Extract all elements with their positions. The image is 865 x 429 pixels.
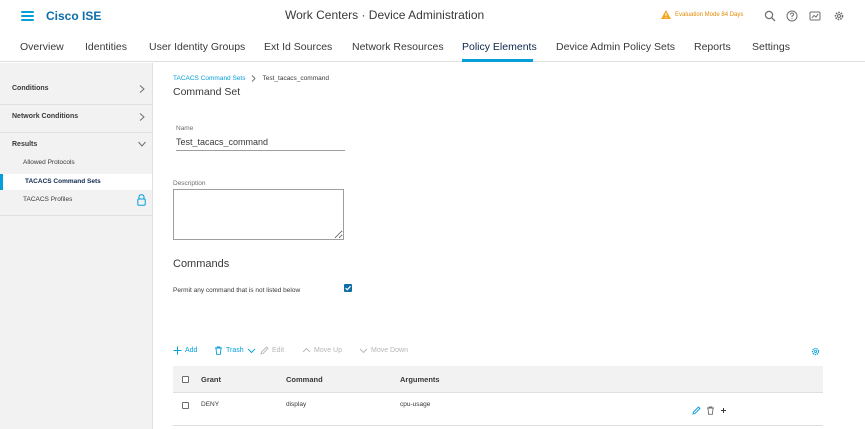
move-down-button[interactable]: Move Down — [359, 346, 408, 355]
divider — [0, 215, 152, 216]
table-header: Grant Command Arguments — [173, 366, 823, 393]
breadcrumb-link[interactable]: TACACS Command Sets — [173, 75, 245, 82]
tab-reports[interactable]: Reports — [694, 41, 731, 53]
tab-user-identity-groups[interactable]: User Identity Groups — [149, 41, 245, 53]
move-up-label: Move Up — [314, 347, 343, 354]
trash-icon — [215, 346, 222, 355]
trash-label: Trash — [226, 347, 244, 354]
hamburger-menu-icon[interactable] — [21, 11, 34, 21]
tab-network-resources[interactable]: Network Resources — [352, 41, 444, 53]
divider — [0, 132, 152, 133]
chevron-right-icon — [252, 75, 257, 82]
chevron-up-icon — [302, 347, 311, 353]
sidebar-item-tacacs-profiles[interactable]: TACACS Profiles — [23, 196, 72, 203]
evaluation-text: Evaluation Mode 84 Days — [675, 11, 744, 18]
tab-settings[interactable]: Settings — [752, 41, 790, 53]
dashboard-icon[interactable] — [809, 10, 821, 22]
edit-row-icon[interactable] — [692, 406, 701, 415]
left-sidebar: Conditions Network Conditions Results Al… — [0, 63, 153, 429]
chevron-down-icon[interactable] — [138, 141, 146, 147]
cell-arguments: cpu-usage — [400, 401, 431, 408]
commands-heading: Commands — [173, 258, 230, 270]
move-down-label: Move Down — [371, 347, 408, 354]
sidebar-section-results[interactable]: Results — [12, 141, 37, 148]
main-tabs: Overview Identities User Identity Groups… — [0, 33, 865, 62]
add-button[interactable]: Add — [173, 346, 197, 355]
tab-device-admin-policy-sets[interactable]: Device Admin Policy Sets — [556, 41, 675, 53]
evaluation-notice[interactable]: Evaluation Mode 84 Days — [661, 10, 743, 19]
search-icon[interactable] — [764, 10, 776, 22]
select-all-checkbox[interactable] — [182, 376, 189, 383]
divider — [0, 104, 152, 105]
tab-overview[interactable]: Overview — [20, 41, 64, 53]
lock-icon — [137, 194, 146, 206]
tab-ext-id-sources[interactable]: Ext Id Sources — [264, 41, 332, 53]
checkmark-icon — [345, 285, 351, 291]
plus-icon — [173, 346, 182, 355]
page-title: Work Centers · Device Administration — [285, 8, 485, 22]
column-header-grant[interactable]: Grant — [201, 375, 221, 384]
permit-label: Permit any command that is not listed be… — [173, 287, 301, 294]
tab-policy-elements[interactable]: Policy Elements — [462, 41, 537, 53]
add-label: Add — [185, 347, 198, 354]
help-icon[interactable] — [786, 10, 798, 22]
chevron-down-icon — [359, 348, 368, 354]
permit-checkbox[interactable] — [344, 284, 352, 292]
gear-icon[interactable] — [833, 10, 845, 22]
delete-row-icon[interactable] — [706, 406, 715, 415]
table-settings-icon[interactable] — [811, 347, 820, 356]
column-header-command[interactable]: Command — [286, 375, 323, 384]
table-row: DENY display cpu-usage — [173, 394, 823, 426]
breadcrumb-current: Test_tacacs_command — [262, 75, 329, 82]
sidebar-section-network-conditions[interactable]: Network Conditions — [12, 113, 78, 120]
chevron-right-icon[interactable] — [139, 113, 145, 121]
trash-button[interactable]: Trash — [214, 346, 256, 355]
warning-icon — [661, 10, 671, 19]
cell-command: display — [286, 401, 307, 408]
pencil-icon — [260, 346, 269, 355]
row-checkbox[interactable] — [182, 402, 189, 409]
name-field[interactable] — [176, 134, 345, 151]
active-tab-indicator — [462, 59, 533, 62]
tab-identities[interactable]: Identities — [85, 41, 127, 53]
column-header-arguments[interactable]: Arguments — [400, 375, 440, 384]
cell-grant: DENY — [201, 401, 220, 408]
move-up-button[interactable]: Move Up — [302, 346, 342, 355]
edit-label: Edit — [272, 347, 285, 354]
brand-name: Cisco ISE — [46, 9, 102, 23]
form-title: Command Set — [173, 86, 241, 98]
description-field[interactable] — [173, 189, 344, 240]
sidebar-section-conditions[interactable]: Conditions — [12, 85, 49, 92]
name-label: Name — [176, 125, 194, 132]
chevron-down-icon — [247, 348, 255, 354]
sidebar-item-allowed-protocols[interactable]: Allowed Protocols — [23, 159, 75, 166]
description-label: Description — [173, 180, 206, 187]
top-header: Cisco ISE Work Centers · Device Administ… — [0, 0, 865, 33]
add-row-icon[interactable] — [719, 406, 728, 415]
sidebar-item-tacacs-command-sets[interactable]: TACACS Command Sets — [25, 178, 101, 185]
chevron-right-icon[interactable] — [139, 85, 145, 93]
sidebar-active-indicator — [0, 174, 3, 190]
breadcrumb: TACACS Command Sets Test_tacacs_command — [173, 75, 329, 82]
edit-button[interactable]: Edit — [260, 346, 284, 355]
